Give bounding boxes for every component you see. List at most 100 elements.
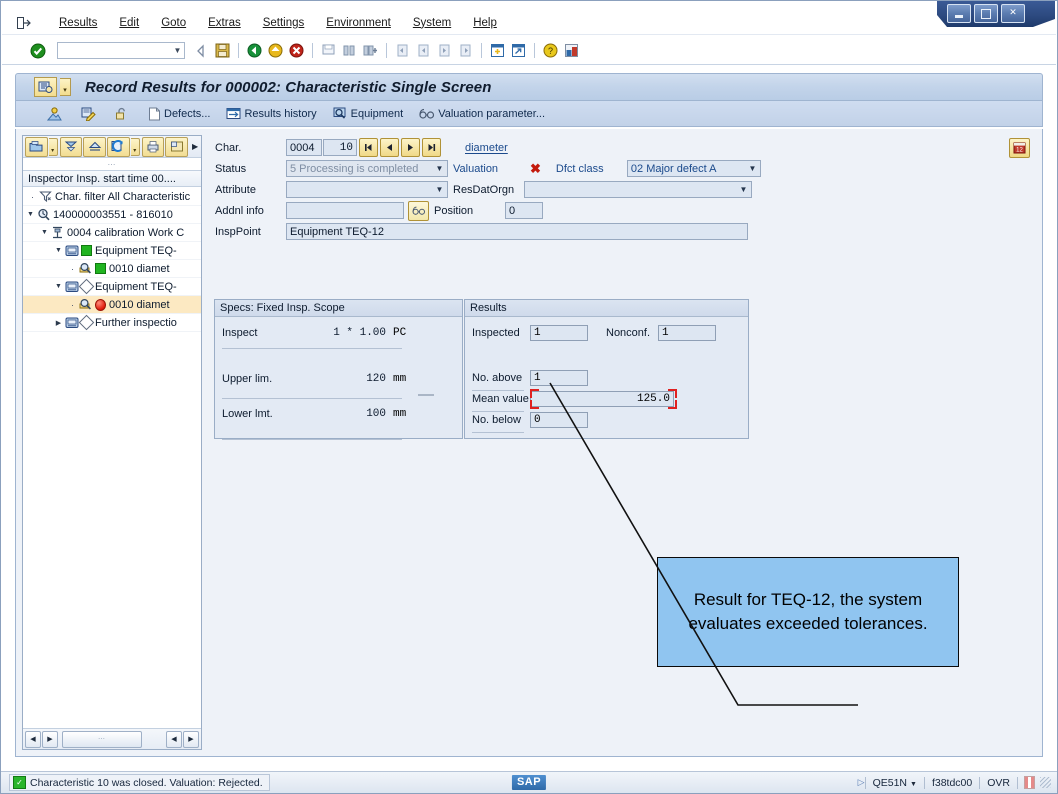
next-page-icon[interactable] bbox=[434, 41, 454, 61]
chevron-down-icon[interactable]: ▼ bbox=[745, 161, 760, 176]
scroll-right-button[interactable]: ▶ bbox=[42, 730, 58, 748]
cancel-red-icon[interactable] bbox=[286, 41, 306, 61]
expand-collapse-icon[interactable]: ▼ bbox=[25, 211, 36, 218]
menu-goto[interactable]: Goto bbox=[150, 15, 197, 31]
menu-edit[interactable]: Edit bbox=[108, 15, 150, 31]
menu-help[interactable]: Help bbox=[462, 15, 508, 31]
char-group-field[interactable]: 0004 bbox=[286, 139, 322, 156]
mean-value-field[interactable]: 125.0 bbox=[530, 390, 674, 407]
inspected-field[interactable]: 1 bbox=[530, 324, 588, 341]
char-number-field[interactable]: 10 bbox=[323, 139, 357, 156]
insppoint-field[interactable]: Equipment TEQ-12 bbox=[286, 223, 748, 240]
collapse-all-button[interactable] bbox=[59, 136, 83, 157]
menu-settings[interactable]: Settings bbox=[252, 15, 316, 31]
layout-menu-icon[interactable] bbox=[561, 41, 581, 61]
close-button[interactable]: ✕ bbox=[1001, 4, 1025, 23]
defects-button[interactable]: Defects... bbox=[143, 103, 215, 125]
print-tree-button[interactable] bbox=[141, 136, 165, 157]
inspector-button[interactable] bbox=[42, 103, 70, 125]
find-next-icon[interactable] bbox=[360, 41, 380, 61]
menu-system[interactable]: System bbox=[402, 15, 462, 31]
tree-row-selected[interactable]: · 0010 diamet bbox=[23, 296, 201, 314]
tree-row[interactable]: ▼ Equipment TEQ- bbox=[23, 242, 201, 260]
refresh-dropdown-icon[interactable]: ▾ bbox=[130, 137, 140, 156]
tree-row[interactable]: · 0010 diamet bbox=[23, 260, 201, 278]
last-characteristic-button[interactable] bbox=[422, 138, 441, 157]
back-icon[interactable] bbox=[191, 41, 211, 61]
tree-splitter-grip[interactable]: ⋯ bbox=[23, 158, 201, 170]
scroll-thumb[interactable]: ⋯ bbox=[62, 730, 142, 748]
tree-toolbar-more-icon[interactable]: ▶ bbox=[189, 138, 201, 156]
previous-page-icon[interactable] bbox=[413, 41, 433, 61]
no-below-field[interactable]: 0 bbox=[530, 411, 588, 428]
glasses-icon[interactable] bbox=[408, 200, 429, 221]
command-field[interactable]: ▼ bbox=[57, 42, 185, 59]
tree-row[interactable]: ▼ 140000003551 - 816010 bbox=[23, 206, 201, 224]
layout-button[interactable] bbox=[165, 136, 189, 157]
next-characteristic-button[interactable] bbox=[401, 138, 420, 157]
refresh-button[interactable] bbox=[107, 136, 130, 157]
command-input[interactable] bbox=[58, 42, 171, 59]
print-icon[interactable] bbox=[318, 41, 338, 61]
expand-collapse-icon[interactable]: ▼ bbox=[53, 283, 64, 290]
find-icon[interactable] bbox=[339, 41, 359, 61]
dfct-class-select[interactable]: 02 Major defect A ▼ bbox=[626, 160, 761, 177]
no-above-field[interactable]: 1 bbox=[530, 369, 588, 386]
command-dropdown-icon[interactable]: ▼ bbox=[171, 43, 184, 58]
tree-row[interactable]: · Char. filter All Characteristic bbox=[23, 188, 201, 206]
expand-collapse-icon[interactable]: ▶ bbox=[53, 319, 64, 327]
save-icon[interactable] bbox=[212, 41, 232, 61]
window-resizer-handle[interactable] bbox=[1040, 777, 1051, 788]
valuation-parameter-button[interactable]: Valuation parameter... bbox=[414, 103, 550, 125]
nonconf-field[interactable]: 1 bbox=[658, 324, 716, 341]
results-history-button[interactable]: Results history bbox=[221, 103, 321, 125]
expand-up-button[interactable] bbox=[83, 136, 107, 157]
char-description[interactable]: diameter bbox=[465, 142, 508, 154]
scroll-right-end-button[interactable]: ▶ bbox=[183, 730, 199, 748]
last-page-icon[interactable] bbox=[455, 41, 475, 61]
tree-row[interactable]: ▶ Further inspectio bbox=[23, 314, 201, 332]
status-select[interactable]: 5 Processing is completed ▼ bbox=[286, 160, 448, 177]
create-session-icon[interactable] bbox=[487, 41, 507, 61]
menu-extras[interactable]: Extras bbox=[197, 15, 252, 31]
transaction-code[interactable]: QE51N ▼ bbox=[866, 777, 924, 789]
scroll-left-button[interactable]: ◀ bbox=[25, 730, 41, 748]
tree-row[interactable]: ▼ Equipment TEQ- bbox=[23, 278, 201, 296]
expand-node-button[interactable] bbox=[25, 136, 48, 157]
expand-node-dropdown-icon[interactable]: ▾ bbox=[48, 137, 58, 156]
help-icon[interactable]: ? bbox=[540, 41, 560, 61]
expand-collapse-icon[interactable]: ▼ bbox=[39, 229, 50, 236]
first-page-icon[interactable] bbox=[392, 41, 412, 61]
insp-point-icon bbox=[64, 280, 79, 294]
chevron-down-icon[interactable]: ▼ bbox=[910, 781, 917, 788]
back-green-icon[interactable] bbox=[244, 41, 264, 61]
enter-check-icon[interactable] bbox=[28, 41, 48, 61]
addnl-info-field[interactable] bbox=[286, 202, 404, 219]
chevron-down-icon[interactable]: ▼ bbox=[432, 182, 447, 197]
shortcut-icon[interactable] bbox=[508, 41, 528, 61]
status-play-icon[interactable]: ▷ bbox=[858, 777, 865, 788]
exit-yellow-icon[interactable] bbox=[265, 41, 285, 61]
scroll-left-end-button[interactable]: ◀ bbox=[166, 730, 182, 748]
expand-collapse-icon[interactable]: ▼ bbox=[53, 247, 64, 254]
title-dropdown-icon[interactable]: ▾ bbox=[60, 78, 71, 96]
insert-mode[interactable]: OVR bbox=[980, 777, 1017, 789]
first-characteristic-button[interactable] bbox=[359, 138, 378, 157]
menu-results[interactable]: Results bbox=[48, 15, 108, 31]
chevron-down-icon[interactable]: ▼ bbox=[432, 161, 447, 176]
attribute-select[interactable]: ▼ bbox=[286, 181, 448, 198]
menu-environment[interactable]: Environment bbox=[315, 15, 402, 31]
minimize-button[interactable] bbox=[947, 4, 971, 23]
equipment-button[interactable]: Equipment bbox=[328, 103, 409, 125]
results-button[interactable] bbox=[76, 103, 104, 125]
resdatorgn-select[interactable]: ▼ bbox=[524, 181, 752, 198]
maximize-button[interactable] bbox=[974, 4, 998, 23]
chevron-down-icon[interactable]: ▼ bbox=[736, 182, 751, 197]
tree-row[interactable]: ▼ 0004 calibration Work C bbox=[23, 224, 201, 242]
position-field[interactable]: 0 bbox=[505, 202, 543, 219]
tree-horizontal-scrollbar[interactable]: ◀ ▶ ⋯ ◀ ▶ bbox=[23, 728, 201, 749]
calendar-icon[interactable]: 12 bbox=[1009, 137, 1030, 158]
previous-characteristic-button[interactable] bbox=[380, 138, 399, 157]
lock-button[interactable] bbox=[110, 103, 137, 125]
exit-arrow-icon[interactable] bbox=[16, 16, 32, 30]
